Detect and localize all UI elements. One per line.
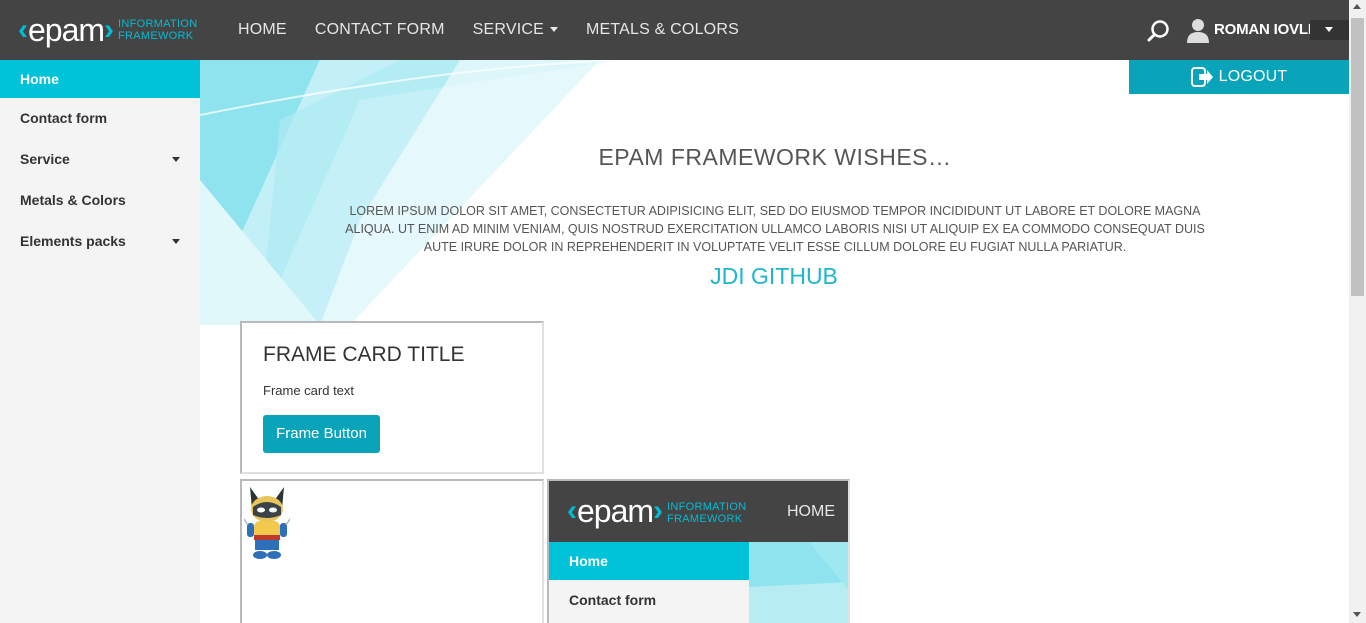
sidebar-item-label: Contact form xyxy=(569,592,657,608)
epam-logo[interactable]: ‹ epam › INFORMATION FRAMEWORK xyxy=(18,12,197,48)
embedded-header: ‹ epam › INFORMATION FRAMEWORK HOME xyxy=(549,481,848,542)
caret-down-icon xyxy=(172,239,180,244)
nav-service[interactable]: SERVICE xyxy=(459,0,572,60)
embedded-sidebar-item-home[interactable]: Home xyxy=(549,542,749,580)
embedded-page-frame: ‹ epam › INFORMATION FRAMEWORK HOME Home… xyxy=(547,479,850,623)
nav-home-label: HOME xyxy=(238,21,287,38)
main-text: LOREM IPSUM DOLOR SIT AMET, CONSECTETUR … xyxy=(345,204,1205,254)
sidebar-item-elements-packs[interactable]: Elements packs xyxy=(0,221,200,262)
logout-button[interactable]: LOGOUT xyxy=(1129,60,1349,94)
logo-right-bracket: › xyxy=(653,494,664,527)
main-nav: HOME CONTACT FORM SERVICE METALS & COLOR… xyxy=(224,0,753,60)
logo-right-bracket: › xyxy=(104,13,115,46)
sidebar-item-metals-colors[interactable]: Metals & Colors xyxy=(0,180,200,221)
embedded-logo-subtitle-line2: FRAMEWORK xyxy=(667,513,743,525)
sidebar-item-contact-form[interactable]: Contact form xyxy=(0,98,200,139)
user-menu-toggle[interactable] xyxy=(1310,20,1350,40)
image-frame xyxy=(240,479,544,623)
sidebar-item-home[interactable]: Home xyxy=(0,60,200,98)
scrollbar-thumb[interactable] xyxy=(1351,18,1364,296)
embedded-background-art xyxy=(749,542,848,623)
logo-text: epam xyxy=(28,12,105,48)
page-scrollbar[interactable] xyxy=(1349,0,1366,623)
nav-contact-form-label: CONTACT FORM xyxy=(314,21,445,38)
logo-left-bracket: ‹ xyxy=(567,494,577,527)
top-navbar: ‹ epam › INFORMATION FRAMEWORK HOME CONT… xyxy=(0,0,1366,60)
sidebar-item-label: Home xyxy=(569,553,608,569)
scroll-up-arrow-icon[interactable] xyxy=(1353,4,1361,9)
sidebar-menu: Home Contact form Service Metals & Color… xyxy=(0,60,200,623)
wolverine-image[interactable] xyxy=(244,485,290,561)
nav-metals-colors[interactable]: METALS & COLORS xyxy=(572,0,753,60)
logout-label: LOGOUT xyxy=(1218,68,1288,85)
caret-down-icon xyxy=(172,157,180,162)
jdi-github-link[interactable]: JDI GITHUB xyxy=(574,263,974,290)
logout-icon xyxy=(1190,67,1213,87)
embedded-logo-subtitle: INFORMATION FRAMEWORK xyxy=(667,501,746,525)
embedded-sidebar: Home Contact form xyxy=(549,542,749,623)
nav-contact-form[interactable]: CONTACT FORM xyxy=(301,0,459,60)
logo-subtitle: INFORMATION FRAMEWORK xyxy=(118,18,197,42)
frame-card-title: FRAME CARD TITLE xyxy=(263,343,465,366)
user-avatar-icon[interactable] xyxy=(1186,18,1210,44)
nav-service-label: SERVICE xyxy=(472,21,544,38)
logo-subtitle-line2: FRAMEWORK xyxy=(118,30,194,42)
embedded-sidebar-item-contact-form[interactable]: Contact form xyxy=(549,580,749,621)
sidebar-item-label: Service xyxy=(20,151,70,167)
scroll-down-arrow-icon[interactable] xyxy=(1353,612,1361,617)
caret-down-icon xyxy=(1325,27,1333,32)
sidebar-item-label: Contact form xyxy=(20,110,108,126)
embedded-epam-logo[interactable]: ‹ epam › xyxy=(567,493,663,529)
nav-metals-colors-label: METALS & COLORS xyxy=(585,21,739,38)
logo-subtitle-line1: INFORMATION xyxy=(118,18,198,30)
frame-card-text: Frame card text xyxy=(263,383,355,398)
caret-down-icon xyxy=(549,27,558,33)
sidebar-item-service[interactable]: Service xyxy=(0,139,200,180)
frame-button[interactable]: Frame Button xyxy=(263,415,380,453)
search-icon[interactable] xyxy=(1146,18,1172,44)
embedded-logo-text: epam xyxy=(577,493,654,529)
main-title: EPAM FRAMEWORK WISHES… xyxy=(598,144,952,170)
frame-card: FRAME CARD TITLE Frame card text Frame B… xyxy=(240,321,544,474)
sidebar-item-label: Metals & Colors xyxy=(20,192,126,208)
nav-home[interactable]: HOME xyxy=(224,0,301,60)
embedded-logo-subtitle-line1: INFORMATION xyxy=(667,501,747,513)
sidebar-item-label: Elements packs xyxy=(20,233,126,249)
logo-left-bracket: ‹ xyxy=(18,13,28,46)
embedded-nav-home[interactable]: HOME xyxy=(787,481,835,542)
sidebar-item-label: Home xyxy=(20,71,59,87)
